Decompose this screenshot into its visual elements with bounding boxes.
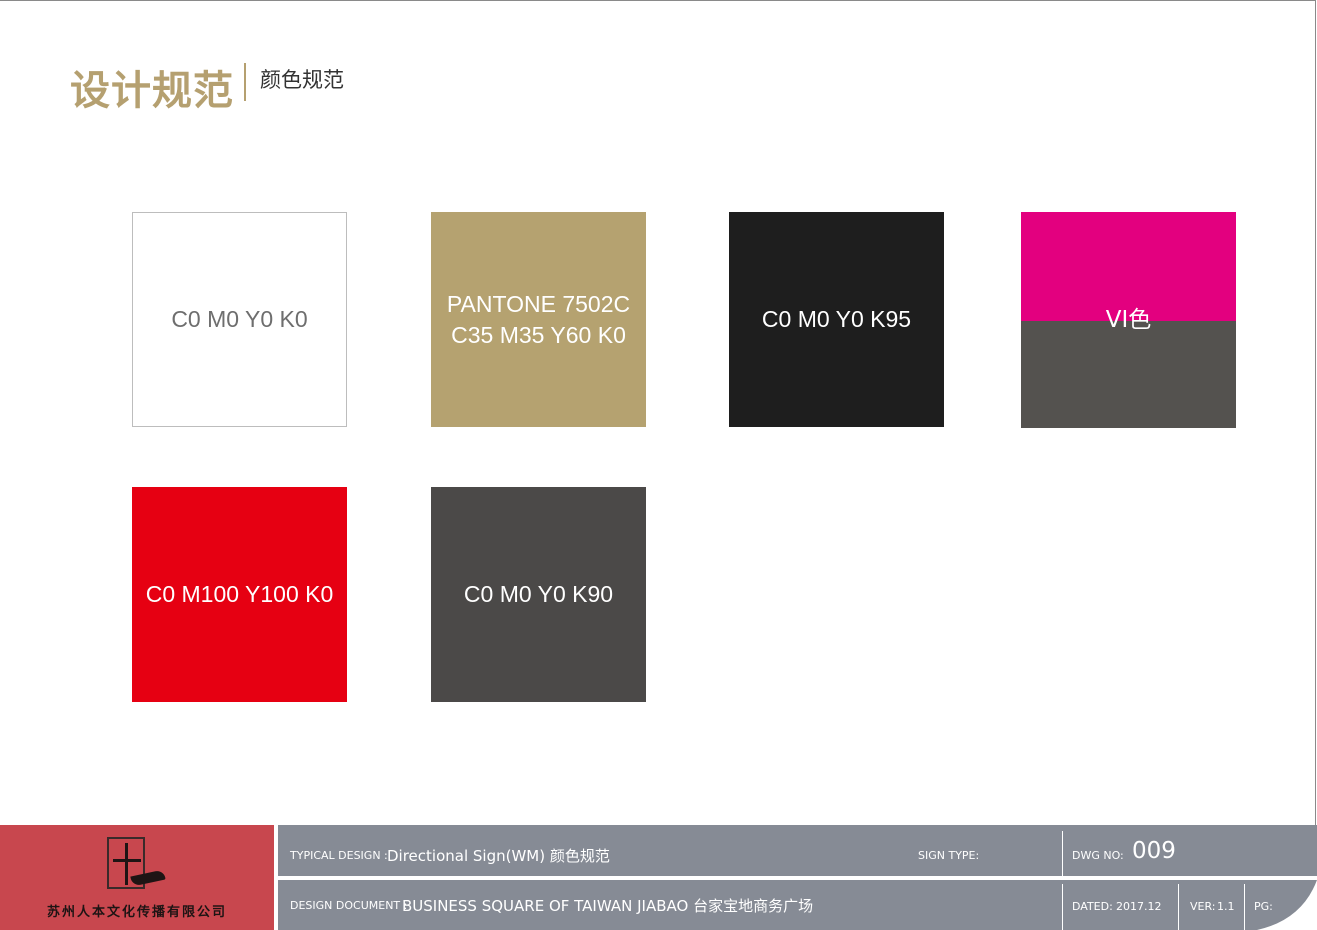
company-logo-icon xyxy=(107,837,166,889)
design-document-label: DESIGN DOCUMENT : xyxy=(290,899,408,912)
page-subtitle: 颜色规范 xyxy=(260,68,344,92)
swatch-label: C0 M0 Y0 K0 xyxy=(171,306,308,332)
typical-design-value: Directional Sign(WM) 颜色规范 xyxy=(387,847,610,865)
title-block-corner xyxy=(1257,880,1317,930)
sign-type-label: SIGN TYPE: xyxy=(918,849,980,862)
swatch-red: C0 M100 Y100 K0 xyxy=(132,487,347,702)
page-frame xyxy=(0,0,1316,929)
swatch-label: C0 M0 Y0 K95 xyxy=(761,306,912,332)
swatch-black: C0 M0 Y0 K95 xyxy=(729,212,944,427)
cell-divider xyxy=(1244,884,1245,930)
swatch-label: PANTONE 7502C xyxy=(446,290,631,317)
title-block-row-1: TYPICAL DESIGN : Directional Sign(WM) 颜色… xyxy=(278,825,1317,876)
swatch-label: C0 M0 Y0 K90 xyxy=(463,581,614,607)
title-block-row-2: DESIGN DOCUMENT : BUSINESS SQUARE OF TAI… xyxy=(278,880,1317,930)
swatch-white: C0 M0 Y0 K0 xyxy=(132,212,347,427)
swatch-label: VI色 xyxy=(1105,306,1152,333)
swatch-label: C35 M35 Y60 K0 xyxy=(451,321,626,348)
swatch-dark-gray: C0 M0 Y0 K90 xyxy=(431,487,646,702)
dwg-no-value: 009 xyxy=(1132,838,1176,864)
dated-value: 2017.12 xyxy=(1116,900,1162,913)
cell-divider xyxy=(1178,884,1179,930)
ver-value: 1.1 xyxy=(1217,900,1235,913)
design-document-value: BUSINESS SQUARE OF TAIWAN JIABAO 台家宝地商务广… xyxy=(402,897,814,915)
page-title: 设计规范 xyxy=(70,68,234,114)
dated-label: DATED: xyxy=(1072,900,1113,913)
ver-label: VER: xyxy=(1190,900,1216,913)
header-divider xyxy=(244,63,246,101)
typical-design-label: TYPICAL DESIGN : xyxy=(290,849,388,862)
swatch-vi: VI色 xyxy=(1021,212,1236,428)
company-logo-block: 苏州人本文化传播有限公司 xyxy=(0,825,274,930)
company-name: 苏州人本文化传播有限公司 xyxy=(46,905,227,920)
swatch-label: C0 M100 Y100 K0 xyxy=(145,581,334,607)
cell-divider xyxy=(1062,884,1063,930)
dwg-no-label: DWG NO: xyxy=(1072,849,1124,862)
swatch-gold: PANTONE 7502C C35 M35 Y60 K0 xyxy=(431,212,646,427)
swatch-vi-gray xyxy=(1021,321,1236,428)
cell-divider xyxy=(1062,831,1063,876)
